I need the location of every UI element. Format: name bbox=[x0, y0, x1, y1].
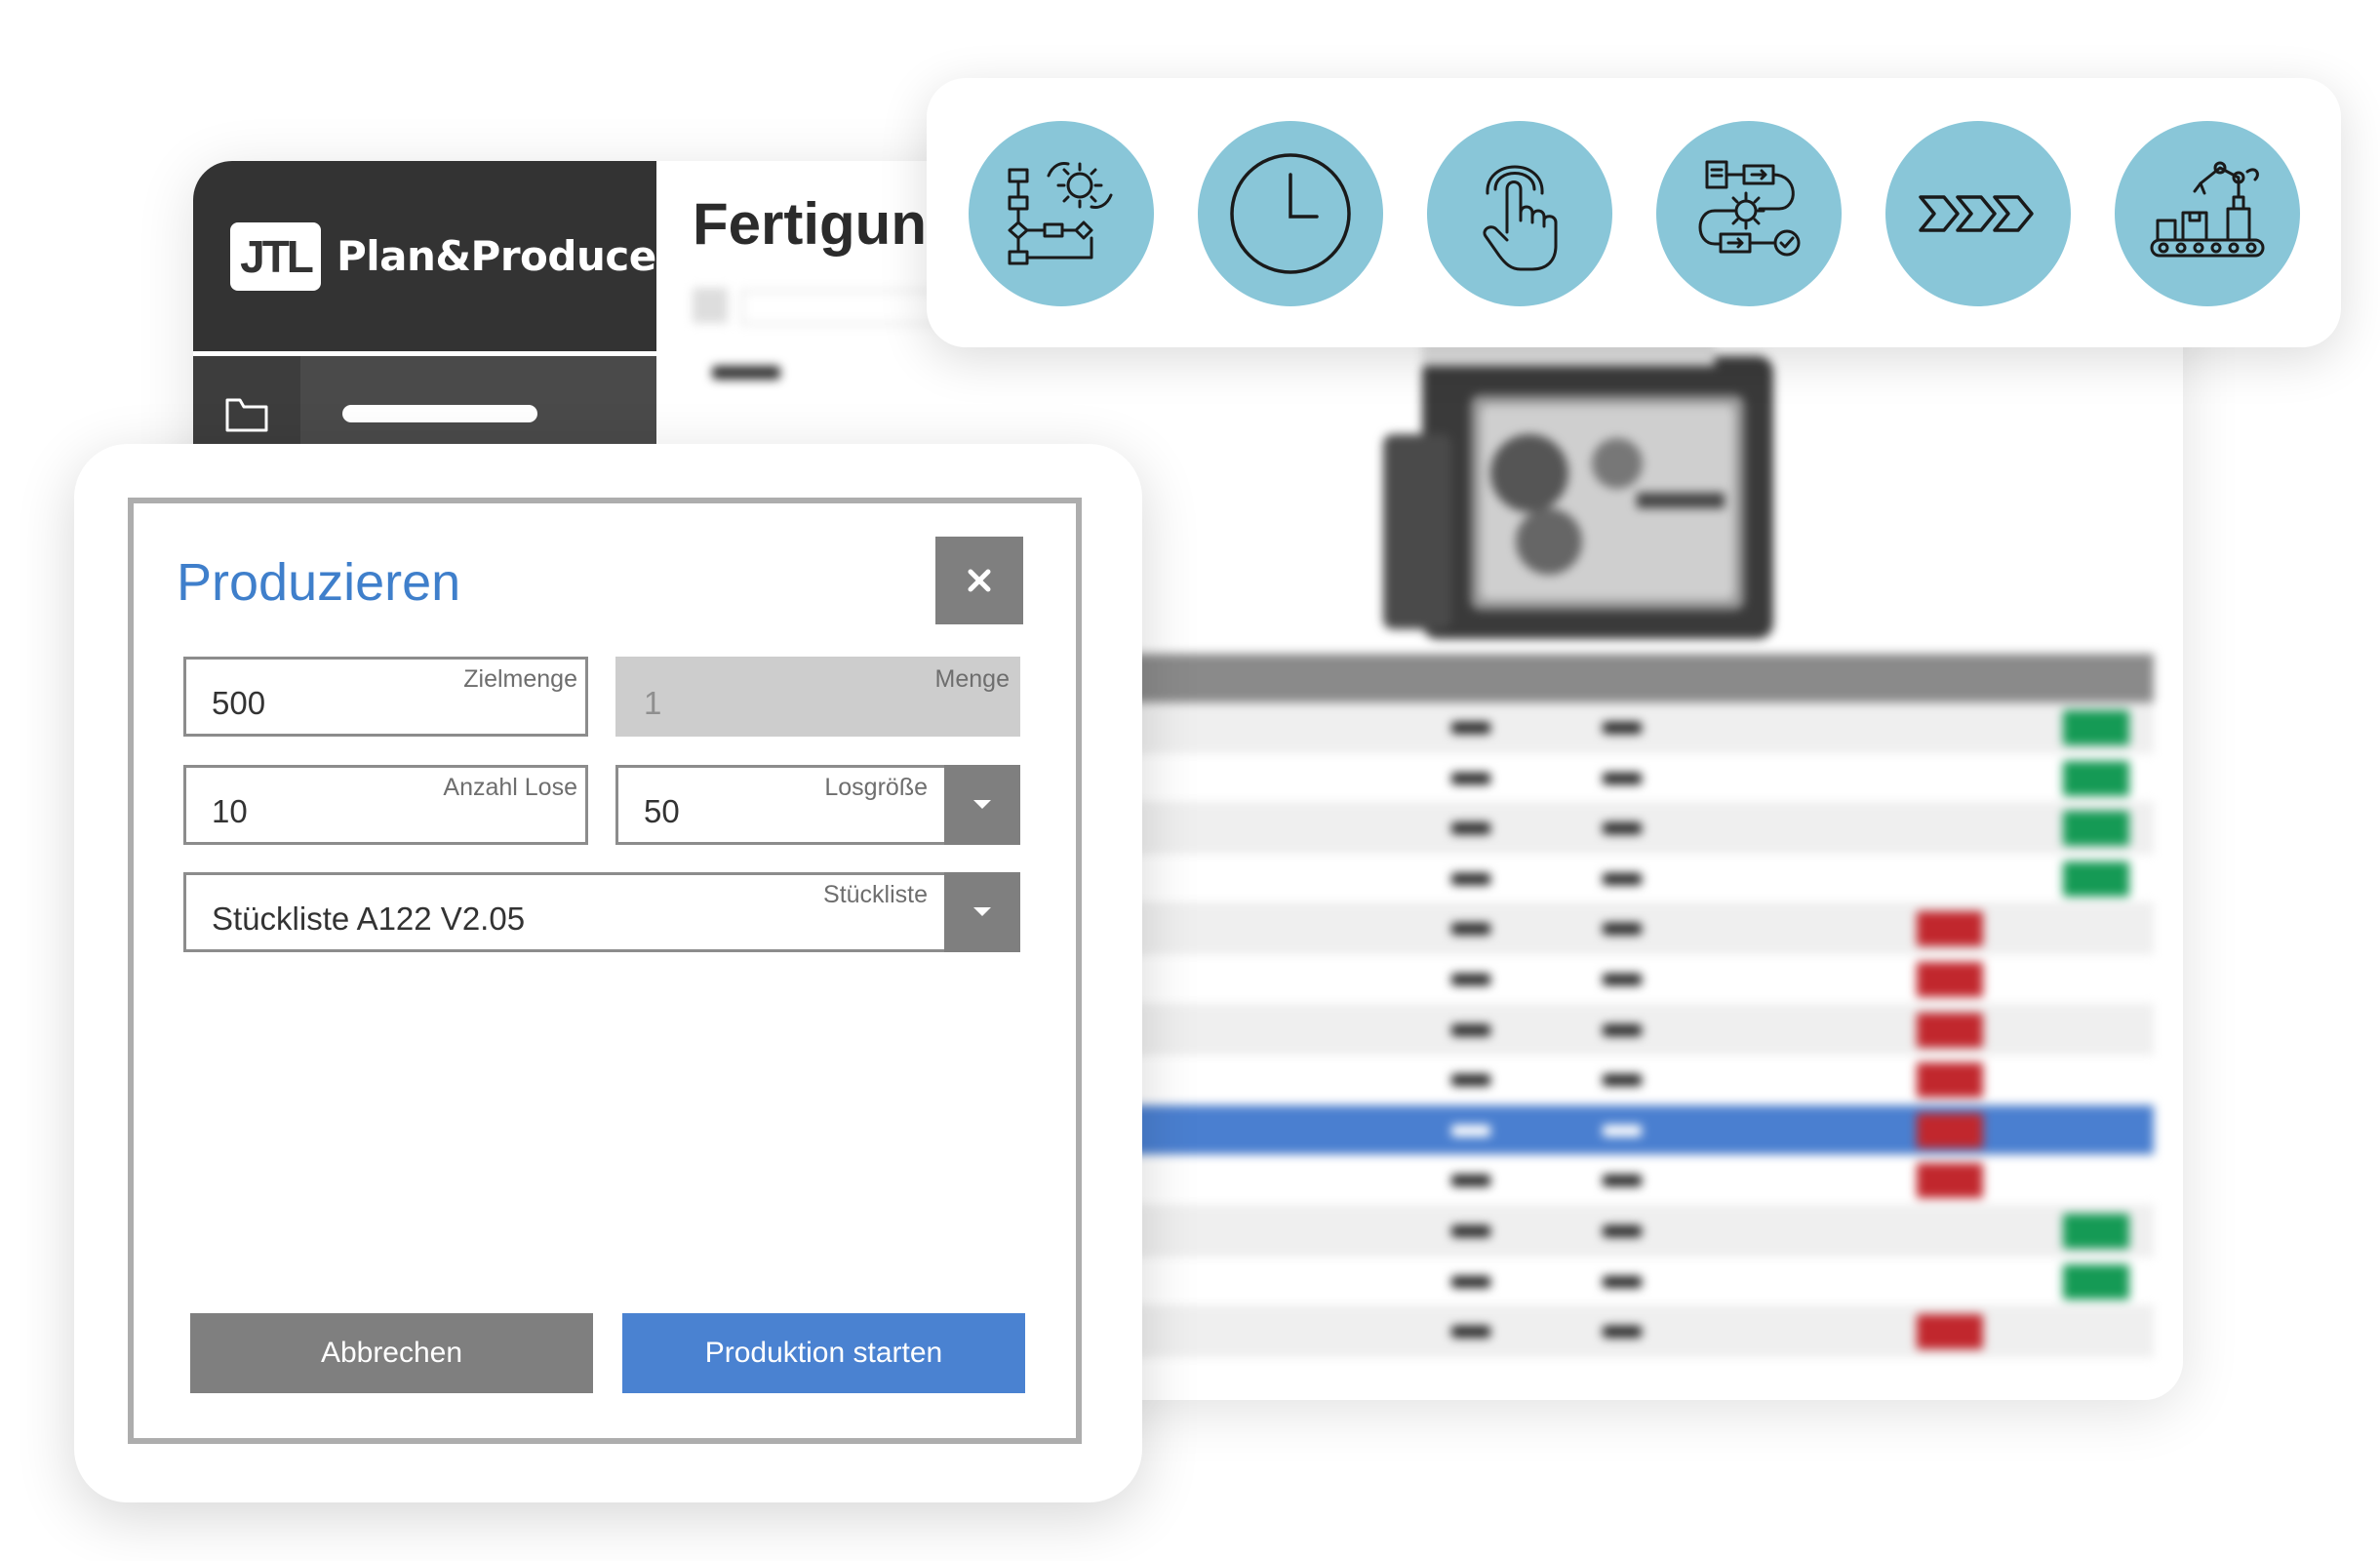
produce-dialog-card: Produzieren Zielmenge 500 Menge 1 Anzahl… bbox=[74, 444, 1142, 1502]
sidebar-item-label-placeholder bbox=[342, 405, 537, 422]
table-row[interactable] bbox=[1130, 1205, 2154, 1257]
table-row[interactable] bbox=[1130, 854, 2154, 904]
cell-placeholder bbox=[1603, 1275, 1642, 1288]
cell-placeholder bbox=[1603, 923, 1642, 936]
workflow-gear-icon bbox=[1656, 121, 1842, 306]
cell-placeholder bbox=[1451, 1275, 1490, 1288]
cell-placeholder bbox=[1451, 1224, 1490, 1237]
table-row[interactable] bbox=[1130, 1306, 2154, 1357]
cell-placeholder bbox=[1603, 1023, 1642, 1036]
table-row[interactable] bbox=[1130, 1104, 2154, 1156]
chevron-down-icon bbox=[972, 798, 993, 812]
field-value: 500 bbox=[212, 685, 266, 721]
cell-placeholder bbox=[1451, 1023, 1490, 1036]
feature-icon-strip bbox=[927, 78, 2341, 347]
table-row[interactable] bbox=[1130, 1004, 2154, 1056]
table-row[interactable] bbox=[1130, 903, 2154, 954]
table-row[interactable] bbox=[1130, 1155, 2154, 1206]
field-value: 1 bbox=[644, 685, 662, 721]
close-button[interactable] bbox=[935, 537, 1023, 624]
table-header bbox=[1130, 654, 2154, 702]
remove-row-button[interactable] bbox=[1917, 911, 1983, 947]
zielmenge-field[interactable]: Zielmenge 500 bbox=[183, 657, 588, 737]
clock-icon bbox=[1198, 121, 1383, 306]
add-row-button[interactable] bbox=[2063, 1263, 2129, 1300]
cell-placeholder bbox=[1451, 822, 1490, 835]
remove-row-button[interactable] bbox=[1917, 1163, 1983, 1199]
losgroesse-select[interactable]: Losgröße 50 bbox=[615, 765, 1020, 845]
cell-placeholder bbox=[1451, 1074, 1490, 1087]
field-label: Zielmenge bbox=[463, 665, 577, 693]
cell-placeholder bbox=[1603, 722, 1642, 734]
remove-row-button[interactable] bbox=[1917, 961, 1983, 997]
chevrons-right-icon bbox=[1885, 121, 2071, 306]
add-row-button[interactable] bbox=[2063, 861, 2129, 897]
start-production-button[interactable]: Produktion starten bbox=[622, 1313, 1025, 1393]
cell-placeholder bbox=[1603, 973, 1642, 985]
table-row[interactable] bbox=[1130, 1257, 2154, 1307]
field-value: 10 bbox=[212, 793, 248, 829]
cell-placeholder bbox=[1451, 923, 1490, 936]
jtl-logo: JTL bbox=[230, 221, 321, 291]
add-row-button[interactable] bbox=[2063, 1213, 2129, 1249]
touch-hand-icon bbox=[1427, 121, 1612, 306]
cell-placeholder bbox=[1603, 1175, 1642, 1187]
cell-placeholder bbox=[1451, 1175, 1490, 1187]
cell-placeholder bbox=[1451, 722, 1490, 734]
remove-row-button[interactable] bbox=[1917, 1314, 1983, 1350]
process-flow-gear-icon bbox=[969, 121, 1154, 306]
dropdown-button[interactable] bbox=[944, 872, 1020, 952]
page-title: Fertigung bbox=[693, 191, 963, 257]
dropdown-button[interactable] bbox=[944, 765, 1020, 845]
remove-row-button[interactable] bbox=[1917, 1112, 1983, 1148]
field-label: Anzahl Lose bbox=[443, 774, 577, 801]
field-value: 50 bbox=[644, 793, 680, 829]
table-row[interactable] bbox=[1130, 1055, 2154, 1105]
produce-dialog: Produzieren Zielmenge 500 Menge 1 Anzahl… bbox=[128, 498, 1082, 1444]
add-row-button[interactable] bbox=[2063, 760, 2129, 796]
add-row-button[interactable] bbox=[2063, 710, 2129, 745]
cell-placeholder bbox=[1603, 772, 1642, 784]
app-header: JTL Plan&Produce bbox=[193, 161, 656, 351]
robot-conveyor-icon bbox=[2115, 121, 2300, 306]
field-label: Menge bbox=[934, 665, 1010, 693]
cell-placeholder bbox=[1451, 872, 1490, 885]
table-row[interactable] bbox=[1130, 803, 2154, 854]
field-label: Losgröße bbox=[824, 774, 928, 801]
cell-placeholder bbox=[1451, 1124, 1490, 1137]
cell-placeholder bbox=[1603, 1074, 1642, 1087]
cell-placeholder bbox=[1451, 772, 1490, 784]
product-name: Plan&Produce bbox=[337, 232, 656, 280]
remove-row-button[interactable] bbox=[1917, 1012, 1983, 1048]
table-row[interactable] bbox=[1130, 702, 2154, 753]
add-row-button[interactable] bbox=[2063, 811, 2129, 847]
cell-placeholder bbox=[1603, 1224, 1642, 1237]
table-row[interactable] bbox=[1130, 954, 2154, 1005]
cell-placeholder bbox=[1603, 872, 1642, 885]
cell-placeholder bbox=[1451, 1326, 1490, 1339]
cancel-button[interactable]: Abbrechen bbox=[190, 1313, 593, 1393]
machine-image bbox=[1383, 317, 1832, 668]
table-body bbox=[1130, 702, 2154, 1357]
field-label: Stückliste bbox=[823, 881, 928, 908]
table-row[interactable] bbox=[1130, 753, 2154, 804]
dialog-title: Produzieren bbox=[177, 553, 461, 612]
anzahl-lose-field[interactable]: Anzahl Lose 10 bbox=[183, 765, 588, 845]
production-table bbox=[1130, 654, 2154, 1357]
stueckliste-select[interactable]: Stückliste Stückliste A122 V2.05 bbox=[183, 872, 1020, 952]
menge-field: Menge 1 bbox=[615, 657, 1020, 737]
cell-placeholder bbox=[1603, 822, 1642, 835]
cell-placeholder bbox=[1603, 1326, 1642, 1339]
cell-placeholder bbox=[1451, 973, 1490, 985]
remove-row-button[interactable] bbox=[1917, 1062, 1983, 1099]
chevron-down-icon bbox=[972, 905, 993, 919]
field-value: Stückliste A122 V2.05 bbox=[212, 901, 526, 937]
cell-placeholder bbox=[1603, 1124, 1642, 1137]
close-icon bbox=[967, 568, 992, 593]
